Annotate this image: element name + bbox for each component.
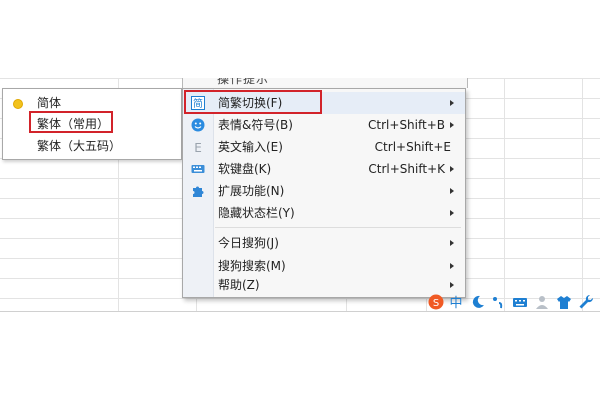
simplified-traditional-submenu: 简体 繁体（常用） 繁体（大五码） xyxy=(2,88,182,160)
menu-item-hide-status-bar[interactable]: 隐藏状态栏(Y) xyxy=(183,202,465,224)
svg-text:S: S xyxy=(433,298,439,309)
submenu-item-label: 繁体（常用） xyxy=(37,117,110,131)
english-input-icon: E xyxy=(194,141,202,154)
menu-item-english-input[interactable]: E 英文输入(E) Ctrl+Shift+E xyxy=(183,136,465,158)
soft-keyboard-icon xyxy=(191,165,205,173)
puzzle-icon xyxy=(193,186,204,197)
svg-text:简: 简 xyxy=(193,97,203,110)
submenu-item-label: 繁体（大五码） xyxy=(37,139,122,153)
submenu-item-label: 简体 xyxy=(37,96,62,110)
menu-item-label: 今日搜狗(J) xyxy=(218,236,279,250)
menu-item-today-sogou[interactable]: 今日搜狗(J) xyxy=(183,232,465,254)
menu-item-shortcut: Ctrl+Shift+K xyxy=(368,162,445,176)
menu-item-shortcut: Ctrl+Shift+B xyxy=(368,118,445,132)
menu-item-soft-keyboard[interactable]: 软键盘(K) Ctrl+Shift+K xyxy=(183,158,465,180)
punctuation-icon[interactable] xyxy=(490,294,506,310)
parent-menu-fragment: 操作提示 xyxy=(182,78,468,88)
menu-item-emoji-symbols[interactable]: 表情&符号(B) Ctrl+Shift+B xyxy=(183,114,465,136)
user-icon[interactable] xyxy=(534,294,550,310)
submenu-item-simplified[interactable]: 简体 xyxy=(3,92,181,114)
keyboard-icon[interactable] xyxy=(512,294,528,310)
selected-radio-icon xyxy=(13,99,23,109)
submenu-arrow-icon xyxy=(450,188,454,194)
menu-item-help[interactable]: 帮助(Z) xyxy=(183,274,465,296)
grid-column-line xyxy=(504,78,505,312)
submenu-arrow-icon xyxy=(450,210,454,216)
grid-column-line xyxy=(582,78,583,312)
menu-item-simplified-traditional[interactable]: 简 简繁切换(F) xyxy=(183,92,465,114)
wrench-icon[interactable] xyxy=(578,294,594,310)
submenu-arrow-icon xyxy=(450,282,454,288)
svg-text:中: 中 xyxy=(449,296,462,310)
menu-item-label: 表情&符号(B) xyxy=(218,118,293,132)
menu-item-label: 软键盘(K) xyxy=(218,162,272,176)
moon-icon[interactable] xyxy=(470,294,486,310)
menu-item-label: 扩展功能(N) xyxy=(218,184,285,198)
submenu-arrow-icon xyxy=(450,263,454,269)
menu-item-label: 隐藏状态栏(Y) xyxy=(218,206,295,220)
menu-item-extensions[interactable]: 扩展功能(N) xyxy=(183,180,465,202)
sogou-logo-icon[interactable]: S xyxy=(428,294,444,310)
emoji-icon xyxy=(191,118,205,132)
submenu-arrow-icon xyxy=(450,240,454,246)
submenu-item-traditional-common[interactable]: 繁体（常用） xyxy=(3,113,181,135)
ime-context-menu: 简 简繁切换(F) 表情&符号(B) Ctrl+Shift+B E 英文输入(E… xyxy=(182,88,466,298)
skin-icon[interactable] xyxy=(556,294,572,310)
menu-item-shortcut: Ctrl+Shift+E xyxy=(374,140,451,154)
menu-item-label: 英文输入(E) xyxy=(218,140,283,154)
ime-status-bar: S 中 xyxy=(426,292,600,312)
simplified-traditional-icon: 简 xyxy=(191,96,205,110)
submenu-arrow-icon xyxy=(450,100,454,106)
submenu-item-traditional-big5[interactable]: 繁体（大五码） xyxy=(3,135,181,157)
submenu-arrow-icon xyxy=(450,166,454,172)
submenu-arrow-icon xyxy=(450,122,454,128)
menu-separator xyxy=(215,227,461,228)
menu-item-label: 简繁切换(F) xyxy=(218,96,283,110)
menu-item-label: 帮助(Z) xyxy=(218,278,260,292)
chinese-mode-icon[interactable]: 中 xyxy=(448,294,464,310)
svg-text:E: E xyxy=(194,141,202,154)
parent-menu-cut-text: 操作提示 xyxy=(217,78,270,86)
